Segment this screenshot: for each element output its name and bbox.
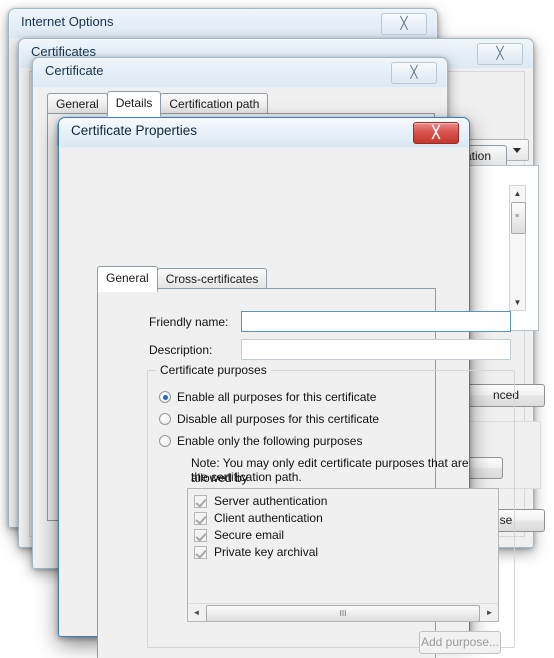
scroll-right-icon[interactable]: ► xyxy=(481,604,498,621)
screen: Internet Options ╳ Certificates ╳ ficati… xyxy=(0,0,554,658)
friendly-name-input[interactable] xyxy=(241,311,511,332)
close-icon: ╳ xyxy=(432,125,440,139)
list-item-label: Private key archival xyxy=(214,545,319,559)
checkbox-server-authentication[interactable] xyxy=(194,495,207,508)
tab-general[interactable]: General xyxy=(47,93,108,115)
list-item[interactable]: Server authentication xyxy=(188,493,498,510)
certificates-list-scrollbar[interactable]: ▲ ≡ ▼ xyxy=(509,185,526,311)
cp-tabstrip-wrap: General Cross-certificates xyxy=(97,266,268,292)
radio-enable-all-purposes[interactable]: Enable all purposes for this certificate xyxy=(159,390,376,404)
tab-details[interactable]: Details xyxy=(106,91,162,117)
certificates-list-panel xyxy=(461,165,539,331)
radio-disable-all-purposes-label: Disable all purposes for this certificat… xyxy=(177,412,380,426)
radio-disable-all-purposes-indicator[interactable] xyxy=(159,413,171,425)
close-button-certificate-properties[interactable]: ╳ xyxy=(413,122,459,144)
close-icon: ╳ xyxy=(400,16,408,30)
radio-enable-only-following-purposes-label: Enable only the following purposes xyxy=(177,434,363,448)
list-item-label: Secure email xyxy=(214,528,285,542)
window-certificate-properties[interactable]: Certificate Properties ╳ General Cross-ce… xyxy=(58,117,515,658)
radio-enable-all-purposes-indicator[interactable] xyxy=(159,391,171,403)
scroll-up-icon[interactable]: ▲ xyxy=(510,186,525,201)
tab-cp-general[interactable]: General xyxy=(97,266,158,292)
radio-enable-only-following-purposes-indicator[interactable] xyxy=(159,435,171,447)
close-icon: ╳ xyxy=(496,46,504,60)
list-item[interactable]: Client authentication xyxy=(188,510,498,527)
purposes-listbox[interactable]: Server authentication Client authenticat… xyxy=(187,488,499,622)
radio-enable-only-following-purposes[interactable]: Enable only the following purposes xyxy=(159,434,362,448)
purposes-horizontal-scrollbar[interactable]: ◄ III ► xyxy=(188,603,498,621)
close-icon: ╳ xyxy=(410,65,418,79)
checkbox-secure-email[interactable] xyxy=(194,529,207,542)
purposes-list-items: Server authentication Client authenticat… xyxy=(188,493,498,561)
chevron-down-icon xyxy=(513,148,521,153)
certificate-tabstrip[interactable]: General Details Certification path xyxy=(47,91,269,117)
tab-cp-cross-certificates[interactable]: Cross-certificates xyxy=(156,268,268,290)
checkbox-client-authentication[interactable] xyxy=(194,512,207,525)
list-item[interactable]: Private key archival xyxy=(188,544,498,561)
tab-certification-path[interactable]: Certification path xyxy=(160,93,269,115)
scroll-left-icon[interactable]: ◄ xyxy=(188,604,205,621)
list-item-label: Server authentication xyxy=(214,494,328,508)
scrollbar-grip-icon: III xyxy=(339,609,347,618)
list-item-label: Client authentication xyxy=(214,511,323,525)
scrollbar-grip-icon: ≡ xyxy=(515,213,520,220)
scrollbar-thumb[interactable]: III xyxy=(206,605,480,621)
scrollbar-thumb[interactable]: ≡ xyxy=(511,202,526,234)
list-item[interactable]: Secure email xyxy=(188,527,498,544)
close-button-certificate[interactable]: ╳ xyxy=(391,62,437,84)
add-purpose-button-label: Add purpose... xyxy=(420,635,500,649)
radio-disable-all-purposes[interactable]: Disable all purposes for this certificat… xyxy=(159,412,379,426)
close-button-internet-options[interactable]: ╳ xyxy=(381,13,427,35)
add-purpose-button[interactable]: Add purpose... xyxy=(419,631,501,654)
friendly-name-label: Friendly name: xyxy=(149,315,229,329)
radio-enable-all-purposes-label: Enable all purposes for this certificate xyxy=(177,390,377,404)
close-button-certificates[interactable]: ╳ xyxy=(477,43,523,65)
description-label: Description: xyxy=(149,343,213,357)
window-title-certificate-properties: Certificate Properties xyxy=(71,123,198,138)
window-title-certificate: Certificate xyxy=(45,63,104,78)
scroll-down-icon[interactable]: ▼ xyxy=(510,295,525,310)
purposes-note-line-2: the certification path. xyxy=(191,470,302,484)
checkbox-private-key-archival[interactable] xyxy=(194,546,207,559)
description-input[interactable] xyxy=(241,339,511,360)
certificate-purposes-group-title: Certificate purposes xyxy=(156,363,271,377)
window-title-certificates: Certificates xyxy=(31,44,97,59)
window-title-internet-options: Internet Options xyxy=(21,14,114,29)
